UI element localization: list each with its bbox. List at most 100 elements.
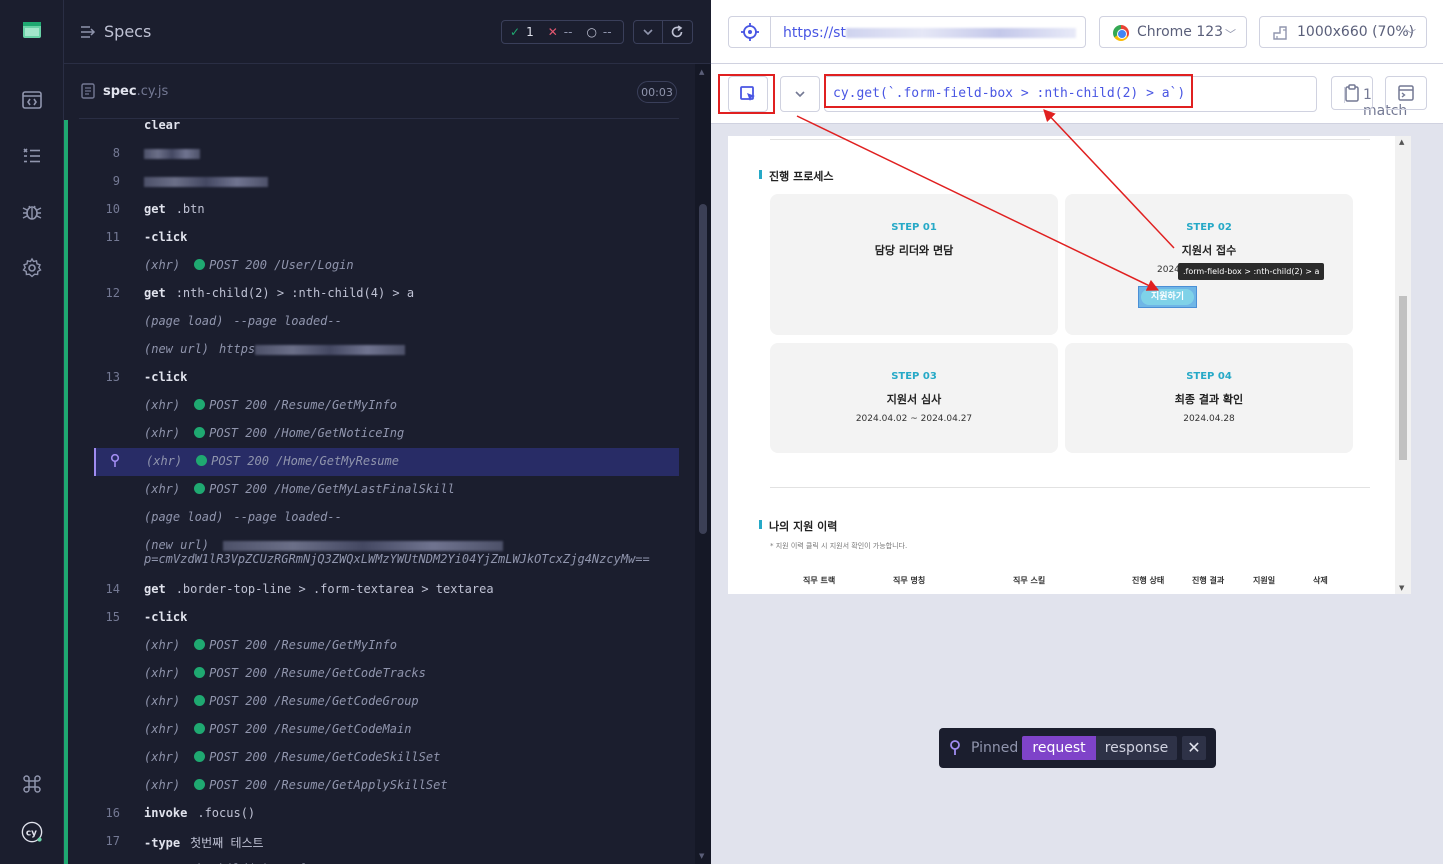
command-row[interactable]: 18get:nth-child(3) > .form-textarea > te…: [94, 856, 679, 864]
xhr-row[interactable]: (xhr) POST 200 /Resume/GetCodeSkillSet: [94, 744, 679, 772]
command-number: 17: [105, 834, 120, 848]
redacted-command: [144, 149, 200, 159]
cypress-app-icon[interactable]: [0, 10, 64, 50]
console-icon: [1398, 85, 1414, 101]
step-date: 2024.04.28: [1183, 414, 1235, 424]
status-dot-icon: [194, 723, 206, 734]
keyboard-shortcuts[interactable]: [0, 764, 64, 804]
redacted-command: [144, 177, 268, 187]
passed-stat: ✓ 1: [510, 25, 534, 39]
scroll-up-icon[interactable]: ▲: [1399, 138, 1404, 146]
log-detail: (xhr) POST 200 /Resume/GetMyInfo: [144, 398, 674, 412]
passed-count: 1: [526, 25, 534, 39]
scroll-down-icon[interactable]: ▼: [699, 852, 707, 860]
aut-scrollbar[interactable]: ▲ ▼: [1395, 136, 1411, 594]
command-row[interactable]: 10 get .btn: [94, 196, 679, 224]
reporter-scrollbar[interactable]: ▲ ▼: [695, 64, 711, 864]
url-bar[interactable]: https://st: [728, 16, 1086, 48]
apply-button-highlight[interactable]: 지원하기: [1138, 286, 1197, 308]
command-row[interactable]: 15 -click: [94, 604, 679, 632]
xhr-row[interactable]: (xhr) POST 200 /Resume/GetCodeGroup: [94, 688, 679, 716]
scroll-up-icon[interactable]: ▲: [699, 68, 707, 76]
redacted-url: [223, 540, 504, 551]
browser-selector[interactable]: Chrome 123 ﹀: [1099, 16, 1247, 48]
log-tag: (page load): [144, 510, 224, 524]
chrome-icon: [1113, 25, 1129, 41]
command-number: 14: [105, 582, 120, 596]
log-row[interactable]: (new url) https: [94, 336, 679, 364]
cypress-logo[interactable]: cy: [0, 812, 64, 852]
log-row[interactable]: (new url) p=cmVzdW1lR3VpZCUzRGRmNjQ3ZWQxL…: [94, 532, 679, 576]
xhr-row[interactable]: (xhr) POST 200 /Home/GetNoticeIng: [94, 420, 679, 448]
log-tag: (new url): [144, 342, 210, 356]
response-tab[interactable]: response: [1096, 736, 1177, 760]
step-card-3: STEP 03 지원서 심사 2024.04.02 ~ 2024.04.27: [770, 343, 1058, 453]
xhr-row[interactable]: (xhr) POST 200 /Home/GetMyLastFinalSkill: [94, 476, 679, 504]
log-row[interactable]: 8: [94, 140, 679, 168]
clipboard-icon: [1345, 84, 1359, 102]
command-keyword: get: [144, 202, 166, 216]
xhr-text: POST 200 /Home/GetMyResume: [211, 454, 399, 468]
step-label: STEP 03: [891, 371, 937, 382]
request-tab[interactable]: request: [1022, 736, 1096, 760]
log-row[interactable]: 9: [94, 168, 679, 196]
command-row[interactable]: 11 -click: [94, 224, 679, 252]
xhr-text: POST 200 /Resume/GetMyInfo: [209, 398, 397, 412]
collapse-button[interactable]: [633, 20, 663, 44]
table-header: 진행 상태: [1132, 576, 1165, 585]
command-keyword: -type: [144, 836, 181, 850]
scroll-down-icon[interactable]: ▼: [1399, 584, 1404, 592]
log-tag: (xhr): [144, 666, 181, 680]
command-row[interactable]: 14 get .border-top-line > .form-textarea >…: [94, 576, 679, 604]
nav-debug[interactable]: [0, 192, 64, 232]
rerun-button[interactable]: [663, 20, 693, 44]
selector-playground: cy.get(`.form-field-box > :nth-child(2) …: [711, 64, 1443, 124]
log-detail: (xhr) POST 200 /Resume/GetCodeMain: [144, 722, 674, 736]
aut-iframe[interactable]: 진행 프로세스 STEP 01 담당 리더와 면담 STEP 02 지원서 접수…: [728, 136, 1411, 594]
command-row[interactable]: 17 -type 첫번째 테스트: [94, 828, 679, 856]
xhr-row[interactable]: (xhr) POST 200 /User/Login: [94, 252, 679, 280]
close-pinned-button[interactable]: ✕: [1182, 736, 1206, 760]
xhr-row[interactable]: (xhr) POST 200 /Resume/GetApplySkillSet: [94, 772, 679, 800]
aut-scroll-thumb[interactable]: [1399, 296, 1407, 460]
command-argument: .focus(): [197, 806, 256, 820]
log-tag: (xhr): [144, 258, 181, 272]
redacted-url: [255, 344, 406, 355]
status-dot-icon: [194, 639, 206, 650]
xhr-row[interactable]: (xhr) POST 200 /Resume/GetCodeTracks: [94, 660, 679, 688]
command-list: clear 8 9 10 get .btn 11 -click (xhr) POST 200 /U…: [94, 120, 679, 864]
nav-runs[interactable]: [0, 136, 64, 176]
url-text[interactable]: https://st: [783, 25, 1076, 41]
command-row[interactable]: 12 get:nth-child(2) > :nth-child(4) > a: [94, 280, 679, 308]
xhr-row[interactable]: (xhr) POST 200 /Home/GetMyResume: [94, 448, 679, 476]
xhr-row[interactable]: (xhr) POST 200 /Resume/GetMyInfo: [94, 632, 679, 660]
step-label: STEP 04: [1186, 371, 1232, 382]
status-dot-icon: [196, 455, 208, 466]
command-type-dropdown[interactable]: [780, 76, 820, 112]
specs-toggle-icon[interactable]: [80, 24, 96, 40]
nav-settings[interactable]: [0, 248, 64, 288]
viewport-info[interactable]: 1000x660 (70%) ﹀: [1259, 16, 1427, 48]
log-row[interactable]: (page load) --page loaded--: [94, 504, 679, 532]
nav-specs[interactable]: [0, 80, 64, 120]
status-dot-icon: [194, 667, 206, 678]
scroll-thumb[interactable]: [699, 204, 707, 534]
step-title: 담당 리더와 면담: [874, 244, 954, 257]
step-title: 최종 결과 확인: [1174, 393, 1244, 406]
xhr-row[interactable]: (xhr) POST 200 /Resume/GetCodeMain: [94, 716, 679, 744]
copy-selector-button[interactable]: [1331, 76, 1373, 110]
selector-playground-toggle[interactable]: [729, 17, 771, 47]
specs-title[interactable]: Specs: [104, 22, 151, 41]
log-tag: (xhr): [144, 722, 181, 736]
log-row[interactable]: (page load) --page loaded--: [94, 308, 679, 336]
apply-button[interactable]: 지원하기: [1141, 289, 1194, 305]
status-dot-icon: [194, 695, 206, 706]
command-row[interactable]: clear: [94, 120, 679, 140]
xhr-row[interactable]: (xhr) POST 200 /Resume/GetMyInfo: [94, 392, 679, 420]
print-to-console-button[interactable]: [1385, 76, 1427, 110]
svg-text:cy: cy: [26, 828, 37, 838]
step-title: 지원서 접수: [1181, 244, 1237, 257]
command-row[interactable]: 16 invoke .focus(): [94, 800, 679, 828]
command-row[interactable]: 13 -click: [94, 364, 679, 392]
test-pass-indicator: [64, 120, 68, 864]
